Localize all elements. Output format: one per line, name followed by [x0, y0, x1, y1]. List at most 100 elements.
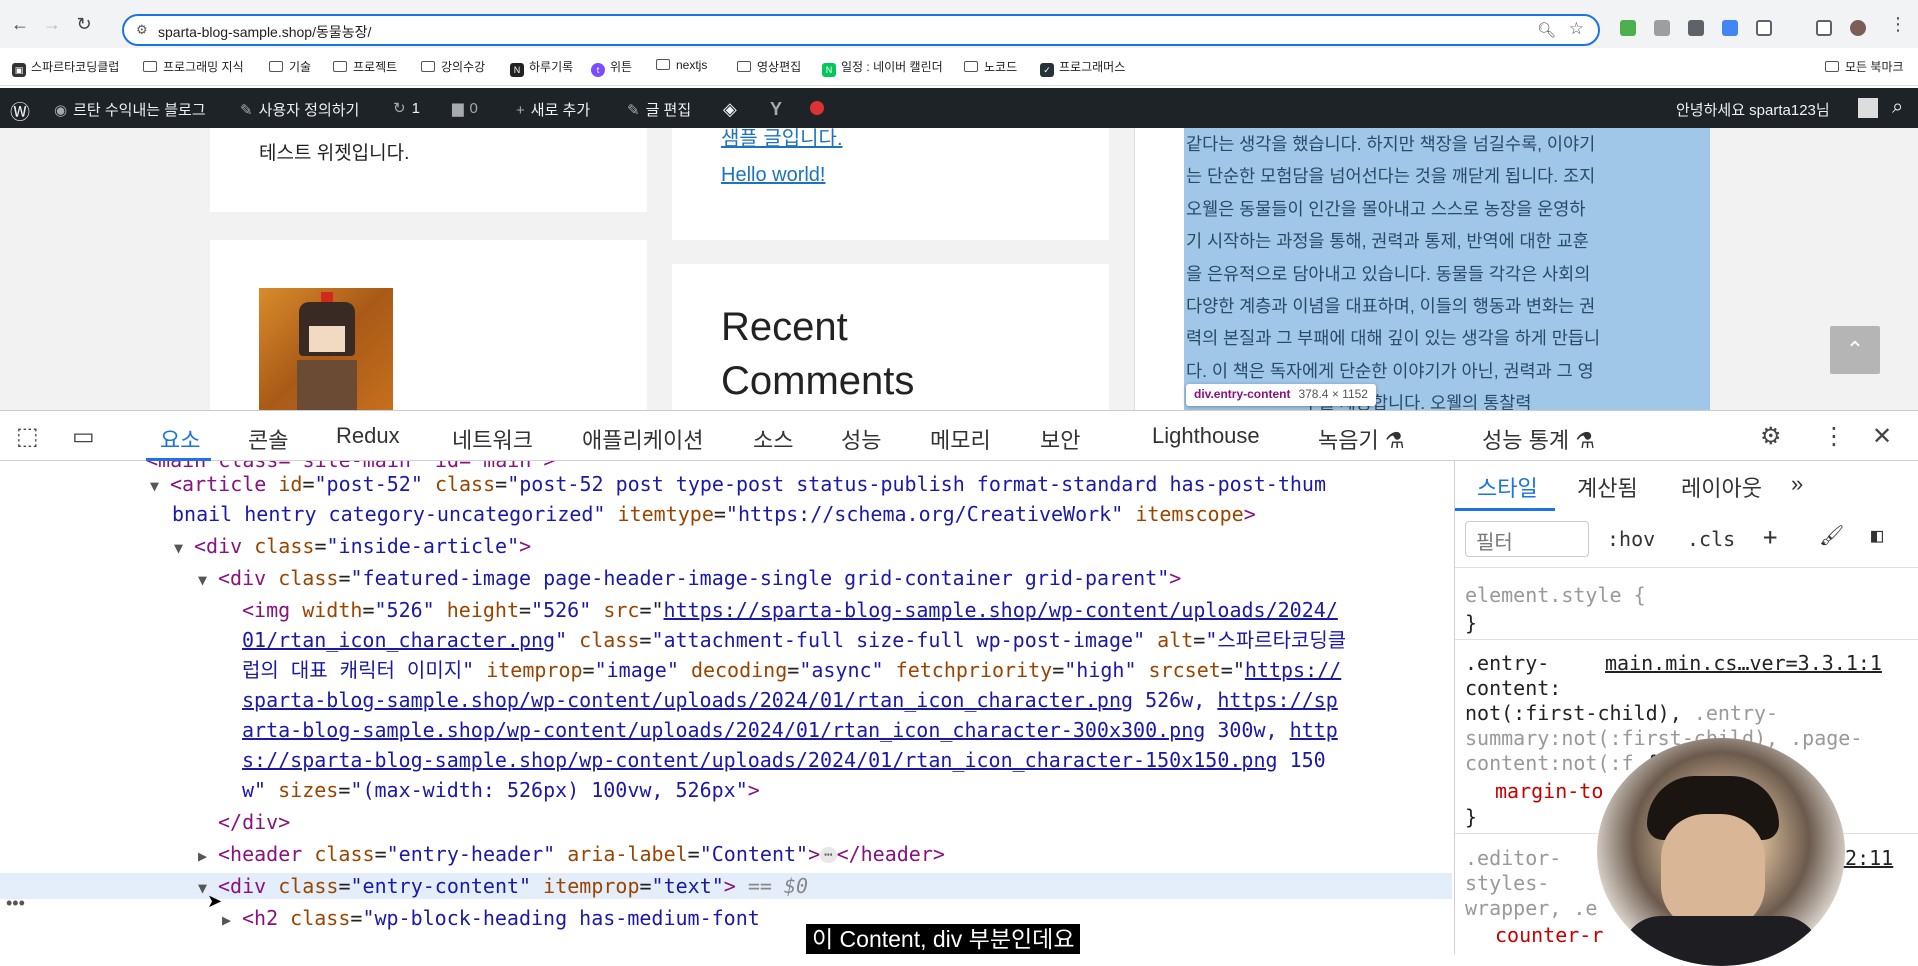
- dom-node-img[interactable]: <img width="526" height="526" src="https…: [242, 597, 1338, 623]
- more-options-icon[interactable]: ⋮: [1822, 422, 1846, 451]
- translate-icon[interactable]: [1722, 20, 1738, 36]
- all-bookmarks-folder[interactable]: 모든 북마크: [1825, 58, 1904, 75]
- dom-node-h2[interactable]: ▶ <h2 class="wp-block-heading has-medium-…: [222, 905, 760, 933]
- dom-node-featured-image[interactable]: ▼ <div class="featured-image page-header-…: [198, 565, 1181, 593]
- inspect-element-icon[interactable]: ⬚: [16, 422, 39, 451]
- tab-lighthouse[interactable]: Lighthouse: [1152, 423, 1260, 449]
- css-property[interactable]: counter-r: [1495, 923, 1603, 948]
- collapsed-ellipsis[interactable]: ⋯: [820, 847, 837, 863]
- presenter-webcam: [1597, 738, 1845, 966]
- wp-customize[interactable]: ✎ 사용자 정의하기: [240, 99, 359, 120]
- dashboard-icon: ◉: [54, 102, 68, 119]
- dom-node-div-close[interactable]: </div>: [218, 809, 290, 835]
- back-icon[interactable]: ←: [10, 14, 30, 34]
- tab-recorder[interactable]: 녹음기 ⚗: [1318, 423, 1405, 455]
- img-src-link[interactable]: https://sparta-blog-sample.shop/wp-conte…: [664, 598, 1338, 622]
- yoast-icon[interactable]: Y: [770, 99, 782, 120]
- side-panel-icon[interactable]: [1816, 20, 1832, 36]
- image-widget: [210, 240, 647, 410]
- wp-comments[interactable]: ▆ 0: [452, 99, 478, 117]
- tab-security[interactable]: 보안: [1040, 423, 1080, 455]
- site-settings-icon[interactable]: ⚙: [136, 22, 148, 38]
- bookmark-folder[interactable]: 노코드: [964, 58, 1017, 75]
- tab-styles[interactable]: 스타일: [1477, 471, 1538, 503]
- new-rule-icon[interactable]: +: [1763, 523, 1777, 551]
- post-link[interactable]: 샘플 글입니다.: [721, 128, 843, 151]
- css-rule-selector[interactable]: .entry-: [1465, 651, 1549, 676]
- css-property[interactable]: margin-to: [1495, 779, 1603, 804]
- video-subtitle: 이 Content, div 부분인데요: [806, 924, 1081, 954]
- tab-sources[interactable]: 소스: [753, 423, 793, 455]
- node-actions-ellipsis[interactable]: •••: [6, 893, 25, 914]
- refresh-icon: ↻: [393, 100, 406, 117]
- class-toggle[interactable]: .cls: [1687, 527, 1735, 551]
- hover-state-toggle[interactable]: :hov: [1607, 527, 1655, 551]
- wp-new-content[interactable]: + 새로 추가: [516, 99, 590, 120]
- dom-node-article[interactable]: ▼ <article id="post-52" class="post-52 po…: [150, 471, 1326, 499]
- bookmark-item[interactable]: ▣ 스파르타코딩클럽: [12, 58, 119, 77]
- address-bar[interactable]: ⚙ sparta-blog-sample.shop/동물농장/ 🔍︎ ☆: [122, 14, 1600, 46]
- dom-node-entry-content[interactable]: ▼ <div class="entry-content" itemprop="te…: [198, 873, 808, 901]
- extensions-puzzle-icon[interactable]: [1756, 20, 1772, 36]
- tab-application[interactable]: 애플리케이션: [582, 423, 703, 455]
- css-rule-selector[interactable]: .editor-: [1465, 846, 1561, 871]
- wp-admin-bar: Ⓦ ◉ 르탄 수익내는 블로그 ✎ 사용자 정의하기 ↻ 1 ▆ 0 + 새로 추가 ✎ 글…: [0, 88, 1918, 128]
- dom-node-header[interactable]: ▶ <header class="entry-header" aria-label…: [198, 841, 945, 869]
- wp-site-name[interactable]: ◉ 르탄 수익내는 블로그: [54, 99, 206, 120]
- bookmark-item[interactable]: N 하루기록: [510, 58, 573, 77]
- bookmark-item[interactable]: t 위튼: [591, 58, 632, 77]
- zoom-icon[interactable]: 🔍︎: [1537, 21, 1556, 39]
- search-icon[interactable]: ⌕: [1892, 96, 1903, 119]
- more-tabs-icon[interactable]: »: [1791, 471, 1803, 497]
- bookmark-item[interactable]: N 일정 : 네이버 캘린더: [822, 58, 943, 77]
- settings-gear-icon[interactable]: ⚙: [1760, 422, 1782, 451]
- bookmark-item[interactable]: ✓ 프로그래머스: [1040, 58, 1125, 77]
- wp-edit-post[interactable]: ✎ 글 편집: [627, 99, 691, 120]
- stylesheet-source-link[interactable]: main.min.cs…ver=3.3.1:1: [1605, 651, 1882, 676]
- bookmark-folder[interactable]: 프로젝트: [333, 58, 397, 75]
- element-style-rule[interactable]: element.style {: [1465, 583, 1646, 608]
- widget-text: 테스트 위젯입니다.: [259, 143, 410, 164]
- scroll-to-top-button[interactable]: ⌃: [1830, 326, 1880, 374]
- plus-icon: +: [516, 102, 525, 119]
- wp-account-greeting[interactable]: 안녕하세요 sparta123님: [1676, 99, 1830, 120]
- extension-icon[interactable]: [1654, 20, 1670, 36]
- tab-memory[interactable]: 메모리: [930, 423, 991, 455]
- avatar[interactable]: [1858, 98, 1878, 118]
- reload-icon[interactable]: ↻: [74, 14, 94, 34]
- extension-icon[interactable]: [1620, 20, 1636, 36]
- styles-filter-input[interactable]: 필터: [1465, 521, 1589, 557]
- wordpress-logo-icon[interactable]: Ⓦ: [10, 96, 30, 125]
- post-link-hello-world[interactable]: Hello world!: [721, 164, 825, 187]
- trash-icon[interactable]: [1688, 20, 1704, 36]
- tab-performance[interactable]: 성능: [841, 423, 881, 455]
- wp-updates[interactable]: ↻ 1: [393, 99, 420, 117]
- paint-icon[interactable]: 🖌︎: [1819, 523, 1844, 547]
- dom-node-inside-article[interactable]: ▼ <div class="inside-article">: [174, 533, 531, 561]
- forward-icon[interactable]: →: [42, 14, 62, 34]
- dom-node-article-cont: bnail hentry category-uncategorized" ite…: [172, 502, 1256, 526]
- tab-performance-insights[interactable]: 성능 통계 ⚗: [1482, 423, 1595, 455]
- tab-network[interactable]: 네트워크: [452, 423, 533, 455]
- diamond-icon[interactable]: ◈: [723, 99, 737, 120]
- active-tab-indicator: [1455, 508, 1555, 511]
- bookmark-folder[interactable]: 강의수강: [421, 58, 485, 75]
- bookmark-star-icon[interactable]: ☆: [1569, 19, 1584, 39]
- bookmark-folder[interactable]: 영상편집: [737, 58, 801, 75]
- tab-computed[interactable]: 계산됨: [1577, 471, 1638, 503]
- tab-elements[interactable]: 요소: [160, 423, 200, 455]
- profile-avatar[interactable]: [1850, 20, 1866, 36]
- tab-redux[interactable]: Redux: [336, 423, 400, 449]
- tab-layout[interactable]: 레이아웃: [1681, 471, 1762, 503]
- bookmark-folder[interactable]: nextjs: [656, 58, 707, 72]
- bookmark-folder[interactable]: 프로그래밍 지식: [143, 58, 244, 75]
- menu-kebab-icon[interactable]: ⋮: [1888, 14, 1908, 34]
- recent-posts-widget: 샘플 글입니다. Hello world!: [672, 128, 1109, 240]
- text-widget: 테스트 위젯입니다.: [210, 128, 647, 212]
- bookmark-folder[interactable]: 기술: [269, 58, 311, 75]
- toggle-sidebar-icon[interactable]: ◧: [1871, 523, 1883, 547]
- url-text: sparta-blog-sample.shop/동물농장/: [158, 24, 372, 40]
- device-toolbar-icon[interactable]: ▭: [72, 422, 95, 451]
- close-icon[interactable]: ✕: [1872, 422, 1892, 451]
- tab-console[interactable]: 콘솔: [248, 423, 288, 455]
